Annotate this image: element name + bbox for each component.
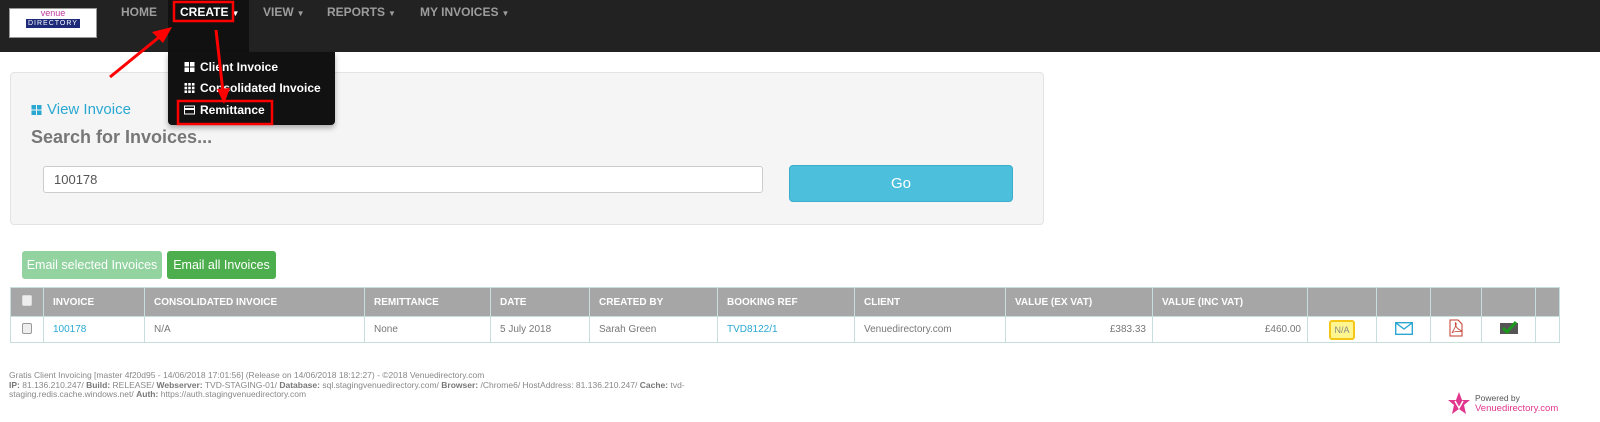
auth-value: https://auth.stagingvenuedirectory.com: [160, 389, 307, 399]
browser-value: /Chrome6/ HostAddress: 81.136.210.247/: [480, 379, 638, 390]
caret-down-icon: ▼: [296, 9, 305, 18]
table-row: 100178 N/A None 5 July 2018 Sarah Green …: [10, 316, 1560, 343]
consolidated-cell: N/A: [144, 316, 365, 343]
auth-label: Auth:: [136, 389, 159, 399]
database-value: sql.stagingvenuedirectory.com/: [322, 379, 439, 390]
status-cell: N/A: [1307, 316, 1377, 343]
webserver-value: TVD-STAGING-01/: [204, 379, 277, 390]
header-invoice: INVOICE: [43, 287, 145, 317]
caret-down-icon: ▼: [388, 9, 396, 18]
database-label: Database:: [279, 379, 320, 390]
star-logo-icon: [1448, 392, 1470, 414]
nav-view[interactable]: VIEW ▼: [263, 5, 305, 19]
header-client: CLIENT: [854, 287, 1006, 317]
header-value-inc-vat: VALUE (INC VAT): [1152, 287, 1308, 317]
view-invoice-link[interactable]: View Invoice: [31, 101, 131, 118]
powered-by-logo[interactable]: Powered by Venuedirectory.com: [1448, 392, 1558, 414]
status-badge: N/A: [1329, 319, 1355, 340]
nav-my-invoices-label: MY INVOICES: [420, 5, 499, 19]
select-all-checkbox-header[interactable]: [10, 287, 44, 317]
header-email: [1376, 287, 1431, 317]
nav-reports-label: REPORTS: [327, 5, 386, 19]
date-cell: 5 July 2018: [490, 316, 590, 343]
go-button[interactable]: Go: [789, 165, 1013, 202]
invoice-link[interactable]: 100178: [43, 316, 145, 343]
create-dropdown-menu: Client Invoice Consolidated Invoice Remi…: [168, 52, 335, 125]
caret-down-icon: ▼: [231, 9, 240, 18]
header-remittance: REMITTANCE: [364, 287, 491, 317]
search-panel: View Invoice Search for Invoices... Go: [10, 72, 1044, 225]
ip-value: 81.136.210.247/: [22, 379, 84, 390]
header-approve: [1481, 287, 1536, 317]
menu-item-client-invoice[interactable]: Client Invoice: [184, 60, 278, 74]
booking-ref-link[interactable]: TVD8122/1: [717, 316, 855, 343]
nav-home[interactable]: HOME: [121, 5, 157, 19]
extra-cell: [1535, 316, 1560, 343]
pdf-cell: [1430, 316, 1482, 343]
header-value-ex-vat: VALUE (EX VAT): [1005, 287, 1153, 317]
build-value: RELEASE/: [112, 379, 155, 390]
header-status: [1307, 287, 1377, 317]
remittance-cell: None: [364, 316, 491, 343]
header-booking-ref: BOOKING REF: [717, 287, 855, 317]
th-icon: [184, 83, 195, 93]
footer-line2: IP: 81.136.210.247/ Build: RELEASE/ Webs…: [9, 379, 729, 400]
menu-item-consolidated-invoice[interactable]: Consolidated Invoice: [184, 81, 321, 95]
header-created-by: CREATED BY: [589, 287, 718, 317]
nav-my-invoices[interactable]: MY INVOICES ▼: [420, 5, 509, 19]
client-cell: Venuedirectory.com: [854, 316, 1006, 343]
th-large-icon: [184, 62, 195, 72]
select-all-checkbox[interactable]: [22, 295, 32, 306]
row-checkbox-cell: [10, 316, 44, 343]
build-label: Build:: [86, 379, 111, 390]
header-date: DATE: [490, 287, 590, 317]
invoice-search-input[interactable]: [43, 166, 763, 193]
nav-create-label: CREATE: [180, 5, 229, 19]
venue-directory-logo[interactable]: venue DIRECTORY: [9, 8, 97, 38]
footer-build-info: Gratis Client Invoicing [master 4f20d95 …: [9, 370, 729, 400]
th-large-icon: [31, 104, 42, 115]
search-heading: Search for Invoices...: [31, 127, 213, 147]
approve-cell: [1481, 316, 1536, 343]
nav-reports[interactable]: REPORTS ▼: [327, 5, 396, 19]
menu-item-label: Client Invoice: [200, 60, 279, 74]
credit-card-icon: [184, 105, 195, 115]
view-invoice-label: View Invoice: [47, 101, 131, 118]
header-extra: [1535, 287, 1560, 317]
email-all-invoices-button[interactable]: Email all Invoices: [167, 251, 276, 279]
header-consolidated-invoice: CONSOLIDATED INVOICE: [144, 287, 365, 317]
menu-item-label: Consolidated Invoice: [200, 81, 321, 95]
pdf-icon[interactable]: [1449, 319, 1463, 337]
invoices-table: INVOICE CONSOLIDATED INVOICE REMITTANCE …: [10, 287, 1560, 343]
checkmark-icon[interactable]: [1499, 320, 1519, 335]
powered-brand-text: Venuedirectory.com: [1475, 402, 1559, 414]
cache-label: Cache:: [639, 379, 669, 390]
nav-create[interactable]: CREATE ▼: [180, 5, 239, 19]
powered-by-text: Powered by: [1475, 392, 1520, 403]
header-pdf: [1430, 287, 1482, 317]
nav-view-label: VIEW: [263, 5, 294, 19]
table-header-row: INVOICE CONSOLIDATED INVOICE REMITTANCE …: [10, 287, 1560, 317]
value-ex-vat-cell: £383.33: [1005, 316, 1153, 343]
caret-down-icon: ▼: [501, 9, 510, 18]
top-navbar: venue DIRECTORY HOME CREATE ▼ VIEW ▼ REPORT…: [0, 0, 1600, 52]
value-inc-vat-cell: £460.00: [1152, 316, 1308, 343]
envelope-icon[interactable]: [1394, 321, 1413, 335]
email-cell: [1376, 316, 1431, 343]
ip-label: IP:: [9, 379, 20, 390]
created-by-cell: Sarah Green: [589, 316, 718, 343]
row-checkbox[interactable]: [22, 322, 32, 334]
menu-item-label: Remittance: [200, 103, 265, 117]
email-selected-invoices-button[interactable]: Email selected Invoices: [22, 251, 162, 279]
browser-label: Browser:: [441, 379, 479, 390]
menu-item-remittance[interactable]: Remittance: [184, 103, 265, 117]
webserver-label: Webserver:: [156, 379, 203, 390]
